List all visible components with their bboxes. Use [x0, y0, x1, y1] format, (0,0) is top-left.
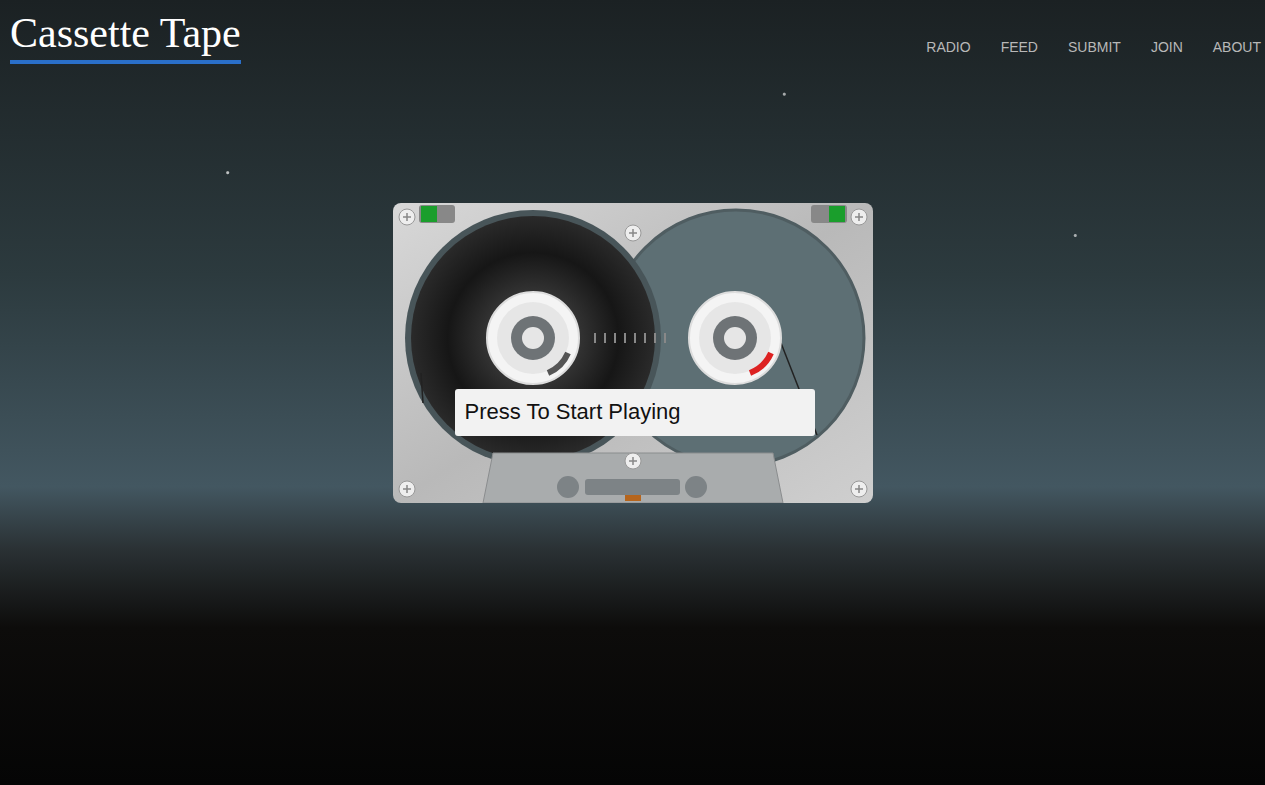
- page: Cassette Tape RADIO FEED SUBMIT JOIN ABOUT P…: [0, 0, 1265, 785]
- nav-item[interactable]: JOIN: [1151, 39, 1183, 55]
- logo[interactable]: Cassette Tape: [10, 8, 241, 64]
- cassette-icon: [393, 203, 873, 503]
- nav-item[interactable]: RADIO: [926, 39, 970, 55]
- nav-item[interactable]: SUBMIT: [1068, 39, 1121, 55]
- cassette-player[interactable]: Press To Start Playing: [393, 203, 873, 503]
- play-label[interactable]: Press To Start Playing: [455, 389, 815, 436]
- header: Cassette Tape RADIO FEED SUBMIT JOIN ABOUT: [0, 0, 1265, 100]
- main: Press To Start Playing: [0, 100, 1265, 503]
- nav: RADIO FEED SUBMIT JOIN ABOUT: [926, 8, 1261, 55]
- nav-item[interactable]: FEED: [1001, 39, 1038, 55]
- nav-item[interactable]: ABOUT: [1213, 39, 1261, 55]
